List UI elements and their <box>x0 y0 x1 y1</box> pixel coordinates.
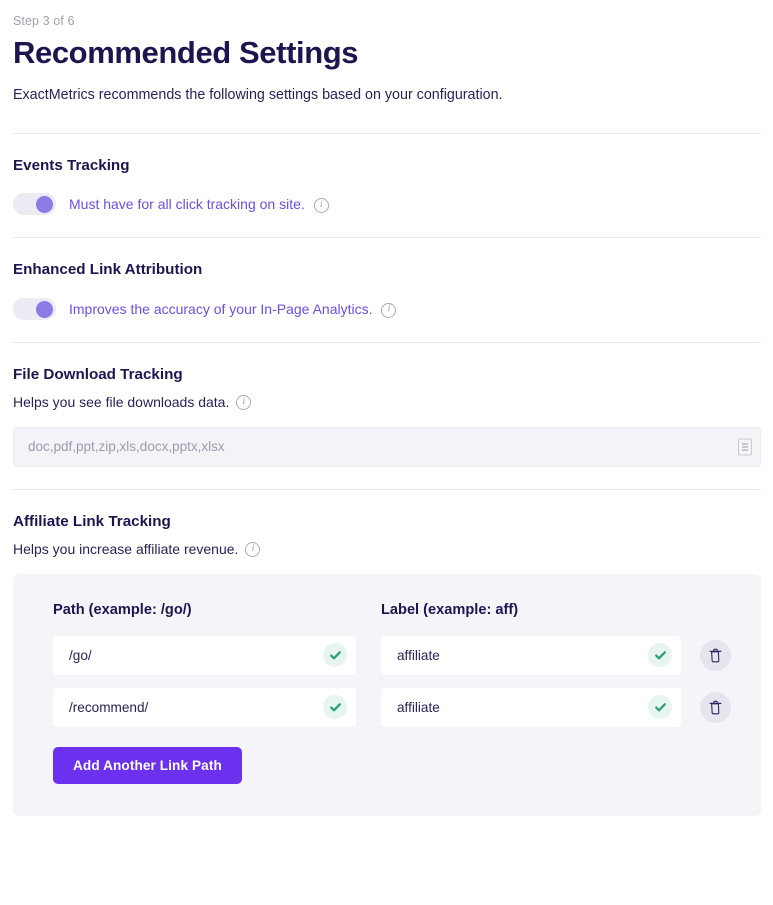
file-download-tracking-title: File Download Tracking <box>13 365 760 385</box>
valid-check-icon <box>648 695 672 719</box>
section-file-download-tracking: File Download Tracking Helps you see fil… <box>13 343 760 489</box>
recommended-settings-page: Step 3 of 6 Recommended Settings ExactMe… <box>0 0 773 838</box>
events-tracking-title: Events Tracking <box>13 156 760 176</box>
label-field-1[interactable] <box>381 636 681 675</box>
info-icon[interactable]: i <box>314 198 329 213</box>
events-tracking-toggle-text: Must have for all click tracking on site… <box>69 196 305 212</box>
label-input-1[interactable] <box>397 648 641 663</box>
delete-link-row-button-1[interactable] <box>700 640 731 671</box>
page-title: Recommended Settings <box>13 35 760 71</box>
section-events-tracking: Events Tracking Must have for all click … <box>13 134 760 238</box>
page-subtitle: ExactMetrics recommends the following se… <box>13 85 760 105</box>
affiliate-link-row <box>53 688 733 727</box>
events-tracking-toggle-label: Must have for all click tracking on site… <box>69 196 329 212</box>
path-input-1[interactable] <box>69 648 316 663</box>
page-header: Step 3 of 6 Recommended Settings ExactMe… <box>13 14 760 105</box>
events-tracking-toggle[interactable] <box>13 193 56 215</box>
delete-link-row-button-2[interactable] <box>700 692 731 723</box>
path-field-1[interactable] <box>53 636 356 675</box>
path-field-2[interactable] <box>53 688 356 727</box>
label-field-2[interactable] <box>381 688 681 727</box>
info-icon[interactable]: i <box>245 542 260 557</box>
affiliate-column-headers: Path (example: /go/) Label (example: aff… <box>53 602 733 618</box>
file-extensions-field-wrap <box>13 427 761 467</box>
valid-check-icon <box>323 695 347 719</box>
resize-handle-icon[interactable] <box>738 438 752 455</box>
affiliate-link-row <box>53 636 733 675</box>
file-download-tracking-description-text: Helps you see file downloads data. <box>13 394 229 410</box>
section-affiliate-link-tracking: Affiliate Link Tracking Helps you increa… <box>13 490 760 838</box>
label-input-2[interactable] <box>397 700 641 715</box>
add-another-link-path-button[interactable]: Add Another Link Path <box>53 747 242 784</box>
affiliate-link-tracking-title: Affiliate Link Tracking <box>13 512 760 532</box>
valid-check-icon <box>323 643 347 667</box>
info-icon[interactable]: i <box>381 303 396 318</box>
affiliate-link-tracking-description-text: Helps you increase affiliate revenue. <box>13 541 238 557</box>
enhanced-link-attribution-toggle[interactable] <box>13 298 56 320</box>
toggle-knob <box>36 301 53 318</box>
section-enhanced-link-attribution: Enhanced Link Attribution Improves the a… <box>13 238 760 342</box>
step-indicator: Step 3 of 6 <box>13 14 760 29</box>
file-extensions-input[interactable] <box>13 427 761 467</box>
column-header-path: Path (example: /go/) <box>53 602 381 618</box>
enhanced-link-attribution-title: Enhanced Link Attribution <box>13 260 760 280</box>
info-icon[interactable]: i <box>236 395 251 410</box>
events-tracking-toggle-row: Must have for all click tracking on site… <box>13 193 760 215</box>
enhanced-link-attribution-toggle-text: Improves the accuracy of your In-Page An… <box>69 301 372 317</box>
column-header-label: Label (example: aff) <box>381 602 709 618</box>
enhanced-link-attribution-toggle-row: Improves the accuracy of your In-Page An… <box>13 298 760 320</box>
path-input-2[interactable] <box>69 700 316 715</box>
valid-check-icon <box>648 643 672 667</box>
toggle-knob <box>36 196 53 213</box>
affiliate-link-panel: Path (example: /go/) Label (example: aff… <box>13 574 761 816</box>
file-download-tracking-description: Helps you see file downloads data. i <box>13 394 760 410</box>
affiliate-link-tracking-description: Helps you increase affiliate revenue. i <box>13 541 760 557</box>
enhanced-link-attribution-toggle-label: Improves the accuracy of your In-Page An… <box>69 301 396 317</box>
